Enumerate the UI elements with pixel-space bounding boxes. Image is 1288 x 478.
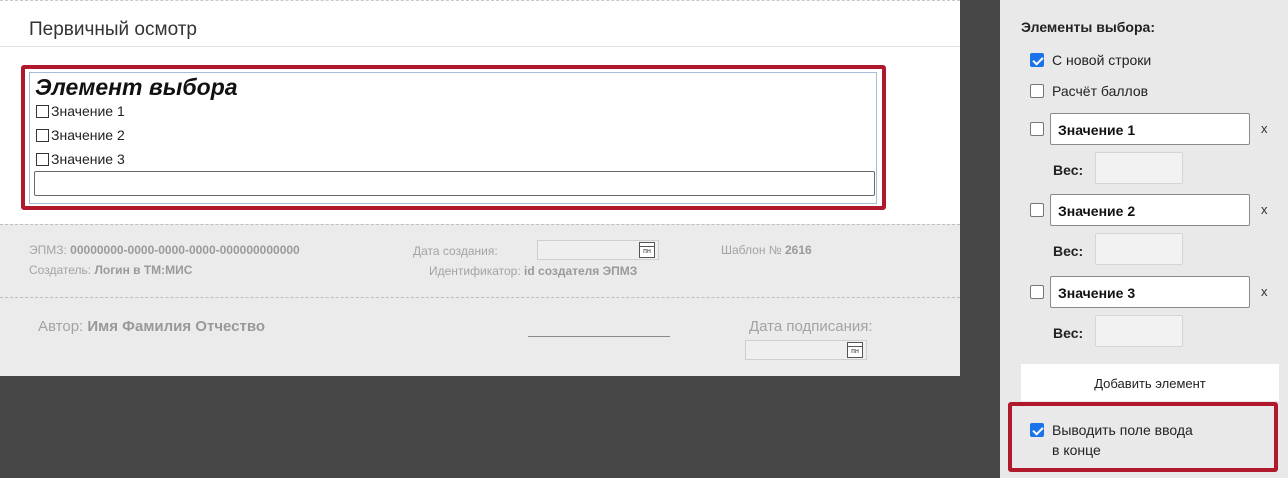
meta-divider-bottom xyxy=(0,297,960,298)
value-2-weight-input[interactable] xyxy=(1095,233,1183,265)
creator-value: Логин в ТМ:МИС xyxy=(94,263,193,277)
value-3-delete-icon[interactable]: x xyxy=(1261,284,1268,299)
highlight-frame-output xyxy=(1008,402,1278,472)
new-line-checkbox[interactable] xyxy=(1030,53,1044,67)
template-meta: Шаблон № 2616 xyxy=(721,243,812,257)
document-title: Первичный осмотр xyxy=(29,19,197,40)
panel-heading: Элементы выбора: xyxy=(1021,19,1155,35)
epmz-value: 00000000-0000-0000-0000-000000000000 xyxy=(70,243,300,257)
calendar-icon[interactable]: пн xyxy=(847,342,863,358)
signature-line xyxy=(528,336,670,337)
value-2-input[interactable]: Значение 2 xyxy=(1050,194,1250,226)
score-label: Расчёт баллов xyxy=(1052,83,1149,99)
value-1-input[interactable]: Значение 1 xyxy=(1050,113,1250,145)
title-divider xyxy=(0,46,960,47)
epmz-label: ЭПМЗ: xyxy=(29,243,67,257)
identifier-meta: Идентификатор: id создателя ЭПМЗ xyxy=(429,264,637,278)
highlight-frame-choice xyxy=(21,65,886,210)
new-line-option[interactable]: С новой строки xyxy=(1030,52,1151,68)
identifier-label: Идентификатор: xyxy=(429,264,521,278)
document-body: Первичный осмотр Элемент выбора Значение… xyxy=(0,0,960,224)
settings-panel: Элементы выбора: С новой строки Расчёт б… xyxy=(1000,0,1288,478)
value-2-checkbox[interactable] xyxy=(1030,203,1044,217)
template-value: 2616 xyxy=(785,243,812,257)
value-3-weight-input[interactable] xyxy=(1095,315,1183,347)
calendar-icon[interactable]: пн xyxy=(639,242,655,258)
add-element-button[interactable]: Добавить элемент xyxy=(1021,364,1279,401)
author-value: Имя Фамилия Отчество xyxy=(87,318,266,335)
creator-meta: Создатель: Логин в ТМ:МИС xyxy=(29,263,192,277)
author-meta: Автор: Имя Фамилия Отчество xyxy=(38,318,265,335)
created-date-field[interactable]: пн xyxy=(537,240,659,260)
value-3-weight-label: Вес: xyxy=(1053,325,1084,341)
value-3-checkbox[interactable] xyxy=(1030,285,1044,299)
score-checkbox[interactable] xyxy=(1030,84,1044,98)
value-1-weight-input[interactable] xyxy=(1095,152,1183,184)
created-date-label: Дата создания: xyxy=(413,244,498,258)
value-3-input[interactable]: Значение 3 xyxy=(1050,276,1250,308)
epmz-meta: ЭПМЗ: 00000000-0000-0000-0000-0000000000… xyxy=(29,243,300,257)
identifier-value: id создателя ЭПМЗ xyxy=(524,264,638,278)
meta-divider-top xyxy=(0,224,960,225)
value-2-delete-icon[interactable]: x xyxy=(1261,202,1268,217)
score-option[interactable]: Расчёт баллов xyxy=(1030,83,1148,99)
value-1-weight-label: Вес: xyxy=(1053,162,1084,178)
value-1-checkbox[interactable] xyxy=(1030,122,1044,136)
value-2-weight-label: Вес: xyxy=(1053,243,1084,259)
author-label: Автор: xyxy=(38,318,84,335)
sign-date-field[interactable]: пн xyxy=(745,340,867,360)
new-line-label: С новой строки xyxy=(1052,52,1152,68)
sign-date-label: Дата подписания: xyxy=(749,318,873,335)
document-area: Первичный осмотр Элемент выбора Значение… xyxy=(0,0,960,376)
template-label: Шаблон № xyxy=(721,243,782,257)
value-1-delete-icon[interactable]: x xyxy=(1261,121,1268,136)
creator-label: Создатель: xyxy=(29,263,92,277)
